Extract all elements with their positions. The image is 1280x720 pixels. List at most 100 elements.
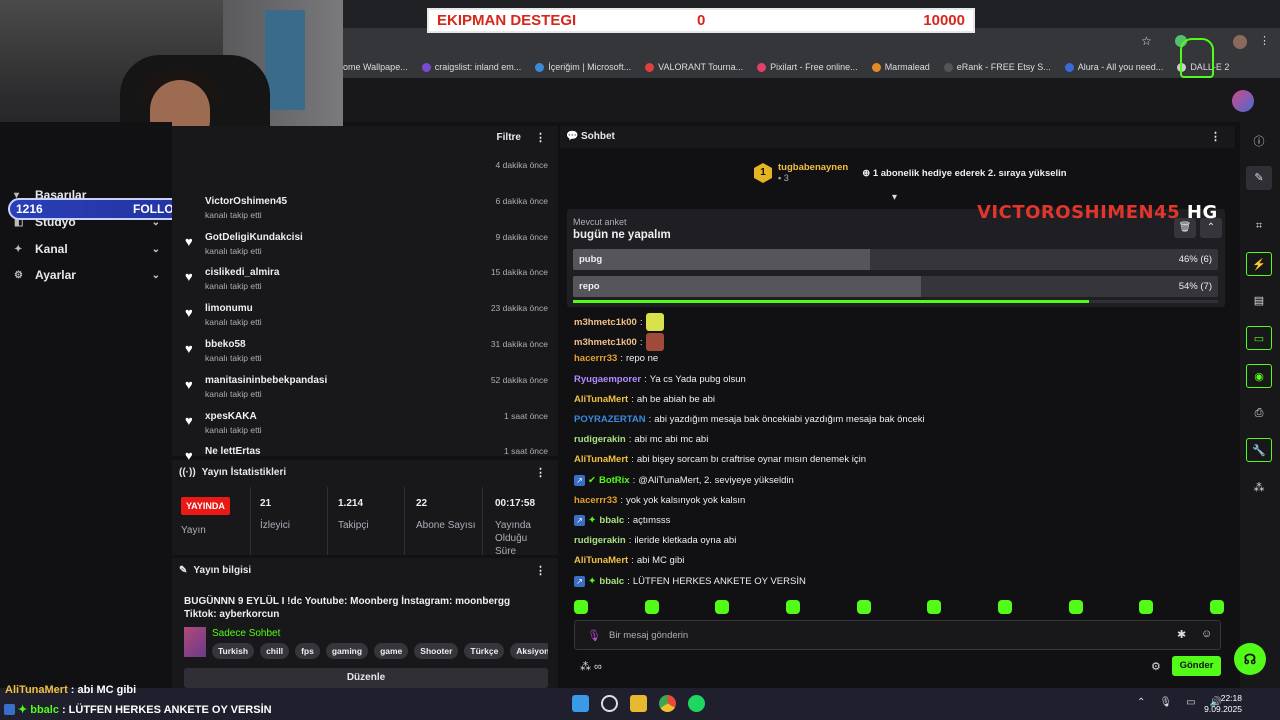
emote-icon[interactable] bbox=[997, 600, 1012, 614]
chat-username[interactable]: AliTunaMert bbox=[574, 454, 628, 465]
system-clock[interactable]: 22:18 9.09.2025 bbox=[1204, 693, 1242, 715]
follower-name[interactable]: cislikedi_almira bbox=[205, 267, 280, 278]
emoji-icon[interactable]: ☺ bbox=[1201, 628, 1212, 640]
printer-icon[interactable]: ⎙ bbox=[1246, 401, 1272, 425]
edit-button[interactable]: Düzenle bbox=[184, 668, 548, 688]
gift-user[interactable]: tugbabenaynen bbox=[778, 162, 848, 173]
chat-text: abi MC gibi bbox=[636, 555, 685, 567]
search-icon[interactable] bbox=[601, 695, 618, 712]
chat-text: @AliTunaMert, 2. seviyeye yükseldin bbox=[638, 474, 794, 486]
gear-icon[interactable]: ⚙ bbox=[1151, 660, 1161, 673]
follower-name[interactable]: VictorOshimen45 bbox=[205, 196, 287, 207]
emote-icon[interactable] bbox=[856, 600, 871, 614]
bookmark-label: ome Wallpape... bbox=[343, 62, 408, 72]
app-header bbox=[343, 78, 1280, 122]
microphone-icon[interactable]: 🎙 bbox=[587, 629, 601, 642]
kebab-icon[interactable]: ⋮ bbox=[535, 564, 546, 577]
tag-chip[interactable]: gaming bbox=[325, 643, 369, 659]
bookmark-item[interactable]: Alura - All you need... bbox=[1064, 62, 1163, 72]
chat-username[interactable]: AliTunaMert bbox=[574, 394, 628, 405]
document-icon[interactable]: ▤ bbox=[1246, 289, 1272, 313]
kebab-icon[interactable]: ⋮ bbox=[535, 466, 546, 479]
emote-icon[interactable] bbox=[785, 600, 800, 614]
follower-name[interactable]: Ne lettErtas bbox=[205, 446, 261, 457]
microphone-icon[interactable]: 🎙 bbox=[1159, 697, 1172, 708]
menu-icon[interactable]: ⋮ bbox=[1259, 34, 1270, 47]
bookmark-item[interactable]: Marmalead bbox=[871, 62, 930, 72]
follower-name[interactable]: GotDeligiKundakcisi bbox=[205, 232, 303, 243]
chat-username[interactable]: AliTunaMert bbox=[574, 555, 628, 566]
emote-icon[interactable] bbox=[1068, 600, 1083, 614]
bookmark-item[interactable]: Pixilart - Free online... bbox=[757, 62, 858, 72]
tag-chip[interactable]: Turkish bbox=[212, 643, 255, 659]
share-icon[interactable]: ⁂ bbox=[1246, 476, 1272, 500]
network-icon[interactable]: ▭ bbox=[1186, 697, 1195, 708]
tag-chip[interactable]: game bbox=[374, 643, 409, 659]
chat-username[interactable]: bbalc bbox=[599, 515, 624, 526]
emote-icon[interactable] bbox=[715, 600, 730, 614]
chat-username[interactable]: BotRix bbox=[599, 475, 630, 486]
broadcast-icon[interactable]: ◉ bbox=[1246, 364, 1272, 388]
filter-button[interactable]: Filtre bbox=[497, 132, 521, 143]
tag-chip[interactable]: Türkçe bbox=[464, 643, 505, 659]
chat-username[interactable]: rudigerakin bbox=[574, 434, 626, 445]
chat-input[interactable]: 🎙 Bir mesaj gönderin ✱ ☺ bbox=[574, 620, 1221, 650]
emote-icon[interactable] bbox=[1209, 600, 1224, 614]
bookmark-label: Pixilart - Free online... bbox=[770, 62, 858, 72]
chat-icon: 💬 bbox=[566, 131, 579, 142]
tag-chip[interactable]: Shooter bbox=[414, 643, 459, 659]
help-button[interactable]: ☊ bbox=[1234, 643, 1266, 675]
kebab-icon[interactable]: ⋮ bbox=[535, 131, 546, 144]
translate-icon[interactable]: ✱ bbox=[1177, 628, 1186, 641]
chat-username[interactable]: m3hmetc1k00 bbox=[574, 317, 637, 328]
category-name[interactable]: Sadece Sohbet bbox=[212, 628, 280, 639]
kebab-icon[interactable]: ⋮ bbox=[1210, 130, 1221, 143]
chat-username[interactable]: Ryugaemporer bbox=[574, 374, 641, 385]
profile-icon[interactable] bbox=[1233, 35, 1247, 49]
poll-option[interactable]: pubg 46% (6) bbox=[573, 249, 1218, 270]
follower-name[interactable]: limonumu bbox=[205, 303, 253, 314]
chrome-icon[interactable] bbox=[659, 695, 676, 712]
tag-chip[interactable]: Aksiyon bbox=[510, 643, 548, 659]
chat-username[interactable]: hacerrr33 bbox=[574, 353, 617, 364]
windows-start-icon[interactable] bbox=[572, 695, 589, 712]
pinned-arrow-icon[interactable]: ▾ bbox=[892, 192, 897, 203]
user-avatar[interactable] bbox=[1232, 90, 1254, 112]
lightning-icon[interactable]: ⚡ bbox=[1246, 252, 1272, 276]
crop-icon[interactable]: ⌗ bbox=[1246, 214, 1272, 238]
emote-icon[interactable] bbox=[1139, 600, 1154, 614]
nav-item-settings[interactable]: ⚙ Ayarlar ⌄ bbox=[14, 268, 160, 282]
bookmark-label: eRank - FREE Etsy S... bbox=[956, 62, 1051, 72]
chat-bubble-icon[interactable]: ▭ bbox=[1246, 326, 1272, 350]
follower-name[interactable]: bbeko58 bbox=[205, 339, 246, 350]
emote-icon[interactable] bbox=[927, 600, 942, 614]
pen-icon[interactable]: ✎ bbox=[1246, 166, 1272, 190]
chat-username[interactable]: POYRAZERTAN bbox=[574, 414, 646, 425]
bookmark-item[interactable]: İçeriğim | Microsoft... bbox=[535, 62, 631, 72]
wrench-icon[interactable]: 🔧 bbox=[1246, 438, 1272, 462]
tag-chip[interactable]: chill bbox=[260, 643, 290, 659]
nav-item-channel[interactable]: ✦ Kanal ⌄ bbox=[14, 242, 160, 256]
emote-icon[interactable] bbox=[644, 600, 659, 614]
bookmark-item[interactable]: eRank - FREE Etsy S... bbox=[943, 62, 1051, 72]
follower-name[interactable]: manitasininbebekpandasi bbox=[205, 375, 327, 386]
chat-username[interactable]: m3hmetc1k00 bbox=[574, 337, 637, 348]
send-button[interactable]: Gönder bbox=[1172, 656, 1221, 676]
follower-name[interactable]: xpesKAKA bbox=[205, 411, 257, 422]
chat-username[interactable]: bbalc bbox=[599, 576, 624, 587]
bookmark-item[interactable]: VALORANT Tourna... bbox=[645, 62, 743, 72]
info-icon[interactable]: ⓘ bbox=[1246, 130, 1272, 154]
emote-icon[interactable] bbox=[574, 600, 588, 614]
chat-username[interactable]: rudigerakin bbox=[574, 535, 626, 546]
chat-extras-icon[interactable]: ⁂ ∞ bbox=[580, 660, 602, 673]
chevron-up-icon[interactable]: ⌃ bbox=[1137, 697, 1145, 708]
poll-option[interactable]: repo 54% (7) bbox=[573, 276, 1218, 297]
star-icon[interactable]: ☆ bbox=[1141, 34, 1152, 48]
chat-username[interactable]: hacerrr33 bbox=[574, 495, 617, 506]
bookmark-item[interactable]: ome Wallpape... bbox=[343, 62, 408, 72]
spotify-icon[interactable] bbox=[688, 695, 705, 712]
file-explorer-icon[interactable] bbox=[630, 695, 647, 712]
bookmark-item[interactable]: craigslist: inland em... bbox=[421, 62, 521, 72]
vip-badge-icon: ✦ bbox=[588, 515, 597, 526]
tag-chip[interactable]: fps bbox=[295, 643, 320, 659]
